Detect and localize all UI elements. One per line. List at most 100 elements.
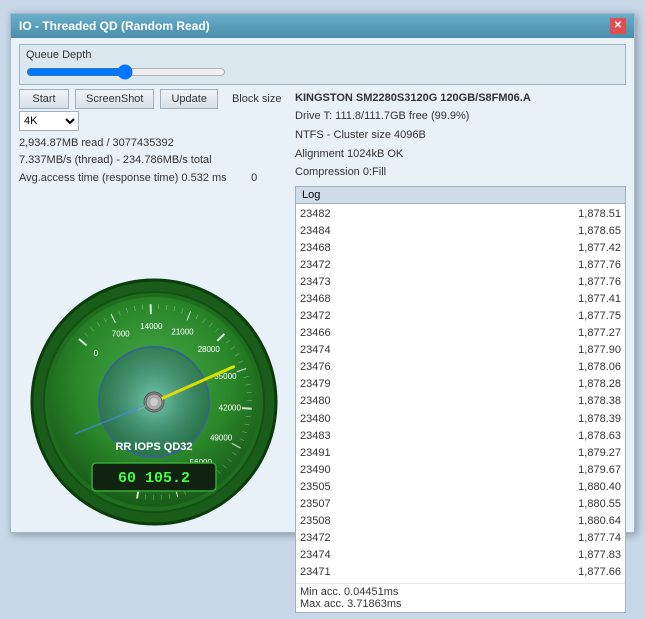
right-panel: KINGSTON SM2280S3120G 120GB/S8FM06.A Dri… <box>295 89 626 613</box>
log-col1: 23479 <box>300 376 345 393</box>
log-col2: 1,878.39 <box>566 411 621 428</box>
log-row: 23484 1,878.65 <box>300 223 621 240</box>
drive-line3: Alignment 1024kB OK <box>295 145 626 164</box>
log-col2: 1,878.63 <box>566 428 621 445</box>
log-col2: 1,879.67 <box>566 462 621 479</box>
log-col1: 23472 <box>300 257 345 274</box>
stat-line3: Avg.access time (response time) 0.532 ms… <box>19 170 289 188</box>
title-bar: IO - Threaded QD (Random Read) ✕ <box>11 14 634 38</box>
log-col1: 23474 <box>300 342 345 359</box>
queue-depth-label: Queue Depth <box>26 49 619 61</box>
log-col2: 1,877.90 <box>566 342 621 359</box>
log-col2: 1,877.76 <box>566 257 621 274</box>
log-col1: 23480 <box>300 393 345 410</box>
log-header: Log <box>296 187 625 204</box>
log-footer: Min acc. 0.04451ms Max acc. 3.71863ms <box>296 583 625 612</box>
svg-text:42000: 42000 <box>218 403 241 412</box>
log-row: 234911,879.27 <box>300 445 621 462</box>
log-col2: 1,880.64 <box>566 513 621 530</box>
gauge-svg: 0700014000210002800035000420004900056000… <box>27 275 282 530</box>
log-col1: 23505 <box>300 479 345 496</box>
button-row: Start ScreenShot Update Block size <box>19 89 289 109</box>
drive-line2: NTFS - Cluster size 4096B <box>295 126 626 145</box>
log-row: 234821,878.51 <box>300 206 621 223</box>
log-row: 23474 1,877.90 <box>300 342 621 359</box>
close-button[interactable]: ✕ <box>610 18 626 34</box>
log-body[interactable]: 234821,878.51234841,878.65234681,877.422… <box>296 204 625 583</box>
window-title: IO - Threaded QD (Random Read) <box>19 19 210 33</box>
svg-text:RR IOPS QD32: RR IOPS QD32 <box>115 441 192 453</box>
log-col1: 23476 <box>300 359 345 376</box>
log-col2: 1,877.74 <box>566 530 621 547</box>
log-col1: 23472 <box>300 530 345 547</box>
log-col2: 1,880.55 <box>566 496 621 513</box>
log-section: Log 234821,878.5123484 1,878.65 23468 1,877… <box>295 186 626 613</box>
log-col1: 23468 <box>300 240 345 257</box>
log-col1: 23471 <box>300 564 345 581</box>
log-col2: 1,878.28 <box>566 376 621 393</box>
log-row: 23507 1,880.55 <box>300 496 621 513</box>
gauge-container: 0700014000210002800035000420004900056000… <box>19 191 289 613</box>
log-row: 23508 1,880.64 <box>300 513 621 530</box>
update-button[interactable]: Update <box>160 89 217 109</box>
queue-depth-slider[interactable] <box>26 64 226 80</box>
stat-line3-text: Avg.access time (response time) 0.532 ms <box>19 172 227 184</box>
log-row: 23466 1,877.27 <box>300 325 621 342</box>
content-area: Queue Depth Start ScreenShot Update Bloc… <box>11 38 634 619</box>
log-col2: 1,877.27 <box>566 325 621 342</box>
log-col1: 23508 <box>300 513 345 530</box>
log-row: 23472 1,877.76 <box>300 257 621 274</box>
log-col1: 23466 <box>300 325 345 342</box>
log-row: 23472 1,877.74 <box>300 530 621 547</box>
svg-text:49000: 49000 <box>209 433 232 442</box>
log-row: 23490 1,879.67 <box>300 462 621 479</box>
log-max-acc: Max acc. 3.71863ms <box>300 598 621 610</box>
svg-text:14000: 14000 <box>140 322 163 331</box>
main-area: Start ScreenShot Update Block size 4K 51… <box>19 89 626 613</box>
log-col2: 1,878.38 <box>566 393 621 410</box>
svg-text:28000: 28000 <box>197 345 220 354</box>
log-col2: 1,877.76 <box>566 274 621 291</box>
log-col2: 1,877.41 <box>566 291 621 308</box>
log-col1: 23474 <box>300 547 345 564</box>
block-size-label: Block size <box>232 93 282 105</box>
drive-line1: Drive T: 111.8/111.7GB free (99.9%) <box>295 107 626 126</box>
log-col2: 1,877.42 <box>566 240 621 257</box>
drive-line4: Compression 0:Fill <box>295 163 626 182</box>
response-value: 0 <box>251 172 257 184</box>
left-panel: Start ScreenShot Update Block size 4K 51… <box>19 89 289 613</box>
log-col1: 23480 <box>300 411 345 428</box>
main-window: IO - Threaded QD (Random Read) ✕ Queue D… <box>10 13 635 533</box>
svg-text:7000: 7000 <box>111 329 129 338</box>
log-col2: 1,878.06 <box>566 359 621 376</box>
log-row: 23471 1,877.66 <box>300 564 621 581</box>
log-row: 23472 1,877.75 <box>300 308 621 325</box>
log-row: 23505 1,880.40 <box>300 479 621 496</box>
log-col2: 1,879.27 <box>566 445 621 462</box>
log-col2: 1,877.66 <box>566 564 621 581</box>
slider-container <box>26 64 619 80</box>
log-row: 23468 1,877.42 <box>300 240 621 257</box>
drive-name: KINGSTON SM2280S3120G 120GB/S8FM06.A <box>295 89 626 108</box>
log-col2: 1,878.65 <box>566 223 621 240</box>
log-row: 23480 1,878.38 <box>300 393 621 410</box>
log-col1: 23472 <box>300 308 345 325</box>
stat-line2: 7.337MB/s (thread) - 234.786MB/s total <box>19 152 289 170</box>
block-size-select[interactable]: 4K 512 1K 2K 8K 16K 32K 64K 128K <box>19 111 79 131</box>
log-row: 23474 1,877.83 <box>300 547 621 564</box>
log-col1: 23484 <box>300 223 345 240</box>
log-min-acc: Min acc. 0.04451ms <box>300 586 621 598</box>
log-col2: 1,877.83 <box>566 547 621 564</box>
log-col1: 23507 <box>300 496 345 513</box>
log-col2: 1,880.40 <box>566 479 621 496</box>
log-col1: 23483 <box>300 428 345 445</box>
screenshot-button[interactable]: ScreenShot <box>75 89 154 109</box>
drive-info: KINGSTON SM2280S3120G 120GB/S8FM06.A Dri… <box>295 89 626 182</box>
start-button[interactable]: Start <box>19 89 69 109</box>
log-row: 234731,877.76 <box>300 274 621 291</box>
log-col2: 1,877.75 <box>566 308 621 325</box>
log-col1: 23482 <box>300 206 345 223</box>
log-col1: 23490 <box>300 462 345 479</box>
svg-text:60 105.2: 60 105.2 <box>117 470 189 487</box>
log-row: 23480 1,878.39 <box>300 411 621 428</box>
